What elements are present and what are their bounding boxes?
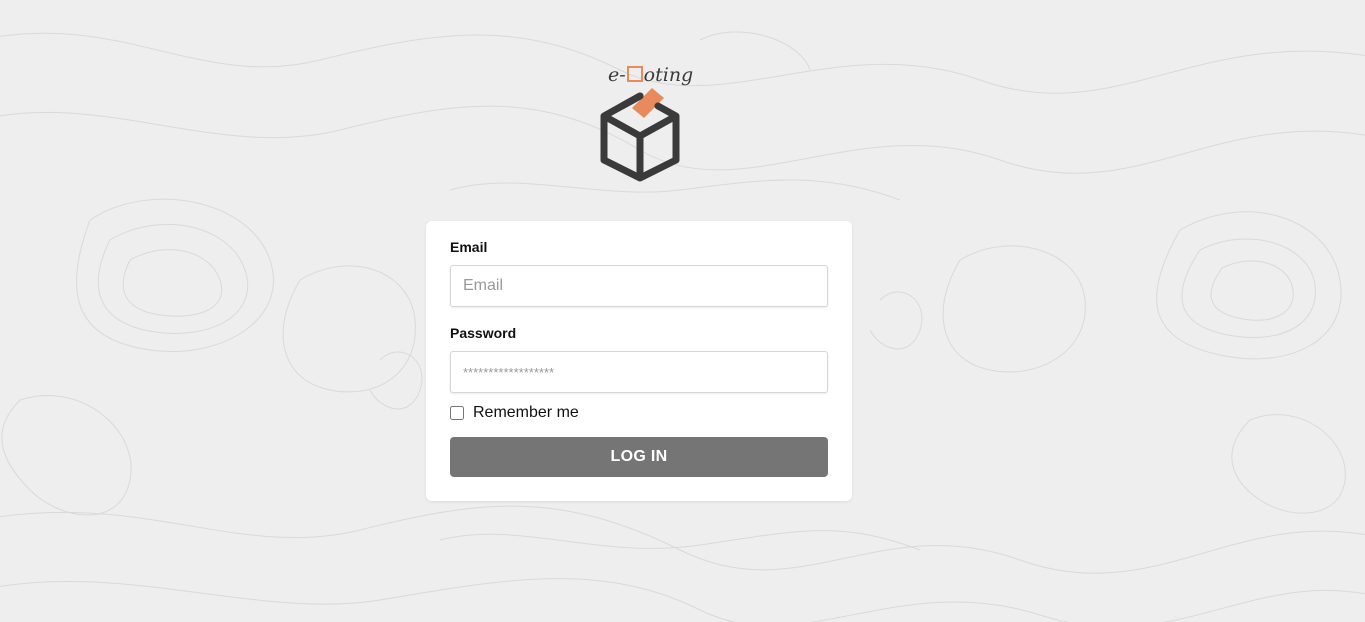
password-input[interactable] — [450, 351, 828, 393]
email-label: Email — [450, 239, 488, 255]
ballot-box-icon — [600, 88, 680, 182]
login-card: Email Password Remember me LOG IN — [426, 221, 852, 501]
email-input[interactable] — [450, 265, 828, 307]
remember-me-checkbox[interactable] — [450, 406, 464, 420]
login-button[interactable]: LOG IN — [450, 437, 828, 477]
remember-me-row: Remember me — [450, 404, 579, 422]
password-label: Password — [450, 325, 517, 341]
remember-me-label[interactable]: Remember me — [473, 404, 579, 422]
e-voting-logo: e-oting — [596, 64, 693, 182]
